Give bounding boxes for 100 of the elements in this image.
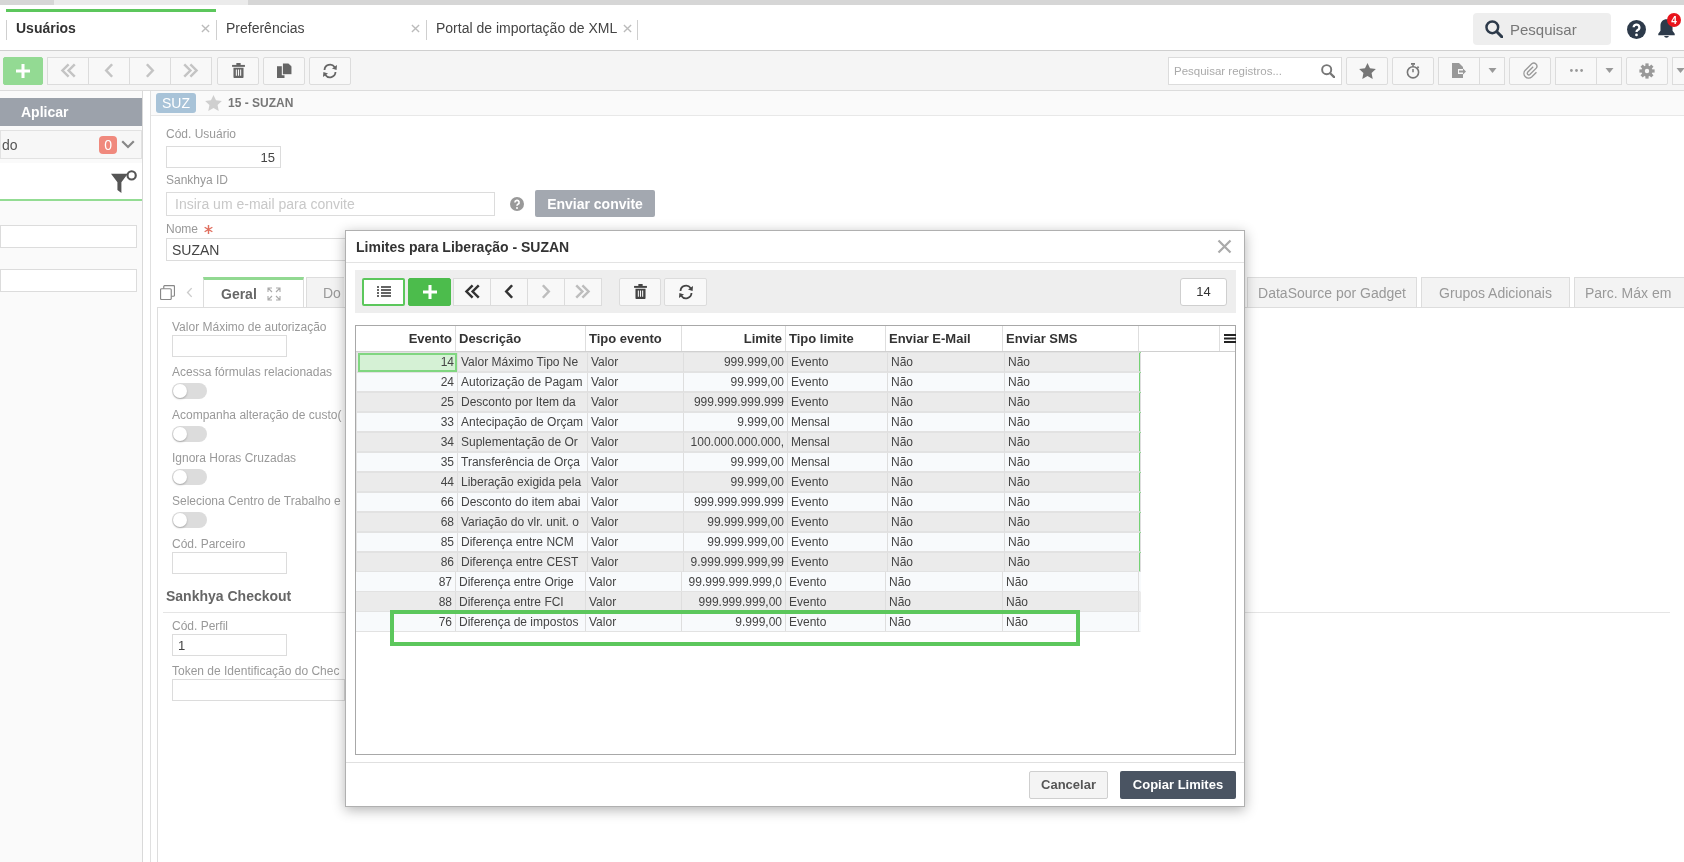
- table-cell: Não: [888, 432, 1005, 452]
- table-cell: Evento: [788, 512, 888, 532]
- table-row[interactable]: 68 Variação do vlr. unit. o Valor 99.999.999,00 Evento Não Não: [356, 512, 1141, 532]
- duplicate-button[interactable]: [263, 56, 305, 85]
- more-icon: [1569, 69, 1583, 72]
- chevron-down-icon[interactable]: [121, 140, 135, 149]
- filter-icon[interactable]: [111, 170, 137, 193]
- input-field[interactable]: 15: [166, 146, 281, 168]
- table-row[interactable]: 86 Diferença entre CEST Valor 9.999.999.999,99 Evento Não Não: [356, 552, 1141, 572]
- column-header[interactable]: Tipo evento: [586, 326, 682, 351]
- close-icon[interactable]: [411, 23, 420, 33]
- table-row[interactable]: 35 Transferência de Orça Valor 99.999,00 Mensal Não Não: [356, 452, 1141, 472]
- table-cell: 9.999,00: [684, 412, 788, 432]
- column-header[interactable]: Enviar SMS: [1003, 326, 1139, 351]
- table-cell: Diferença de impostos: [456, 612, 586, 631]
- delete-button[interactable]: [217, 56, 259, 85]
- saved-filter-dropdown[interactable]: do 0: [0, 130, 142, 159]
- field-label: Cód. Perfil: [172, 618, 229, 634]
- record-badge: SUZ: [156, 93, 196, 113]
- expand-icon[interactable]: [266, 286, 281, 301]
- previous-record-button[interactable]: [490, 277, 528, 306]
- toggle-switch[interactable]: [172, 469, 207, 485]
- input-field[interactable]: [172, 335, 287, 357]
- table-row[interactable]: 66 Desconto do item abai Valor 999.999.999.999 Evento Não Não: [356, 492, 1141, 512]
- table-cell: Diferença entre Orige: [456, 572, 586, 591]
- export-button[interactable]: [1438, 56, 1480, 85]
- table-cell: Evento: [788, 352, 888, 372]
- delete-button[interactable]: [619, 277, 661, 306]
- table-cell: Não: [888, 352, 1005, 372]
- column-header[interactable]: Evento: [356, 326, 456, 351]
- table-cell: Não: [886, 592, 1003, 611]
- input-field[interactable]: [172, 679, 345, 701]
- table-cell: Não: [888, 492, 1005, 512]
- help-icon[interactable]: [1627, 19, 1646, 39]
- table-cell: 88: [356, 592, 456, 611]
- field-label: Ignora Horas Cruzadas: [172, 450, 297, 466]
- chevron-left-icon[interactable]: [186, 286, 193, 298]
- table-row[interactable]: 14 Valor Máximo Tipo Ne Valor 999.999,00 Evento Não Não: [356, 352, 1141, 372]
- field-label: Nome: [166, 221, 198, 237]
- search-field[interactable]: Pesquisar registros...: [1168, 56, 1342, 85]
- settings-button[interactable]: [1626, 56, 1668, 85]
- table-cell: Não: [888, 472, 1005, 492]
- table-cell: Evento: [788, 372, 888, 392]
- record-count: 14: [1180, 277, 1227, 306]
- refresh-button[interactable]: [664, 277, 707, 306]
- table-cell: 33: [358, 412, 458, 432]
- trash-icon: [231, 63, 245, 78]
- column-header[interactable]: Limite: [682, 326, 786, 351]
- dropdown-button[interactable]: [1672, 56, 1684, 85]
- favorite-button[interactable]: [1346, 56, 1388, 85]
- timer-button[interactable]: [1392, 56, 1434, 85]
- table-cell: 34: [358, 432, 458, 452]
- notification-badge: 4: [1667, 13, 1681, 27]
- dropdown-button[interactable]: [1479, 56, 1505, 85]
- copy-icon[interactable]: [160, 284, 175, 300]
- dropdown-button[interactable]: [1596, 56, 1622, 85]
- close-icon[interactable]: [1217, 239, 1232, 254]
- cancel-button[interactable]: Cancelar: [1029, 770, 1108, 799]
- more-button[interactable]: [1555, 56, 1597, 85]
- close-icon[interactable]: [623, 23, 632, 33]
- table-cell: Diferença entre FCI: [456, 592, 586, 611]
- column-header[interactable]: Tipo limite: [786, 326, 886, 351]
- menu-icon[interactable]: [1224, 334, 1236, 343]
- column-header[interactable]: Descrição: [456, 326, 586, 351]
- table-cell: Não: [1005, 352, 1141, 372]
- input-field[interactable]: 1: [172, 634, 287, 656]
- trash-icon: [633, 284, 647, 299]
- table-row[interactable]: 76 Diferença de impostos Valor 9.999,00 Evento Não Não: [356, 612, 1141, 632]
- toggle-switch[interactable]: [172, 383, 207, 399]
- list-view-button[interactable]: [362, 277, 405, 306]
- table-row[interactable]: 33 Antecipação de Orçam Valor 9.999,00 Mensal Não Não: [356, 412, 1141, 432]
- toggle-switch[interactable]: [172, 512, 207, 528]
- table-cell: Evento: [786, 572, 886, 591]
- search-field[interactable]: Pesquisar: [1473, 13, 1611, 45]
- column-header[interactable]: Enviar E-Mail: [886, 326, 1003, 351]
- star-icon[interactable]: [205, 95, 222, 111]
- first-record-button[interactable]: [453, 277, 491, 306]
- table-cell: Liberação exigida pela: [458, 472, 588, 492]
- input-field[interactable]: [0, 225, 137, 248]
- table-cell: Não: [1005, 532, 1141, 552]
- table-row[interactable]: 44 Liberação exigida pela Valor 99.999,00 Evento Não Não: [356, 472, 1141, 492]
- table-row[interactable]: 88 Diferença entre FCI Valor 999.999.999,00 Evento Não Não: [356, 592, 1141, 612]
- copy-limits-button[interactable]: Copiar Limites: [1120, 770, 1236, 799]
- refresh-button[interactable]: [309, 56, 351, 85]
- close-icon[interactable]: [201, 23, 210, 33]
- table-row[interactable]: 34 Suplementação de Or Valor 100.000.000.000, Mensal Não Não: [356, 432, 1141, 452]
- attach-button[interactable]: [1509, 56, 1551, 85]
- table-cell: 87: [356, 572, 456, 591]
- table-row[interactable]: 25 Desconto por Item da Valor 999.999.999.999 Evento Não Não: [356, 392, 1141, 412]
- table-row[interactable]: 87 Diferença entre Orige Valor 99.999.999.999,0 Evento Não Não: [356, 572, 1141, 592]
- input-field[interactable]: [172, 552, 287, 574]
- table-row[interactable]: 24 Autorização de Pagam Valor 99.999,00 Evento Não Não: [356, 372, 1141, 392]
- caret-icon: [1604, 68, 1614, 73]
- table-row[interactable]: 85 Diferença entre NCM Valor 99.999.999,00 Evento Não Não: [356, 532, 1141, 552]
- table-cell: Não: [1003, 592, 1139, 611]
- toggle-switch[interactable]: [172, 426, 207, 442]
- table-cell: 99.999.999,00: [684, 532, 788, 552]
- form-tab[interactable]: Geral: [203, 277, 304, 307]
- input-field[interactable]: [0, 269, 137, 292]
- input-field[interactable]: SUZAN: [166, 238, 346, 261]
